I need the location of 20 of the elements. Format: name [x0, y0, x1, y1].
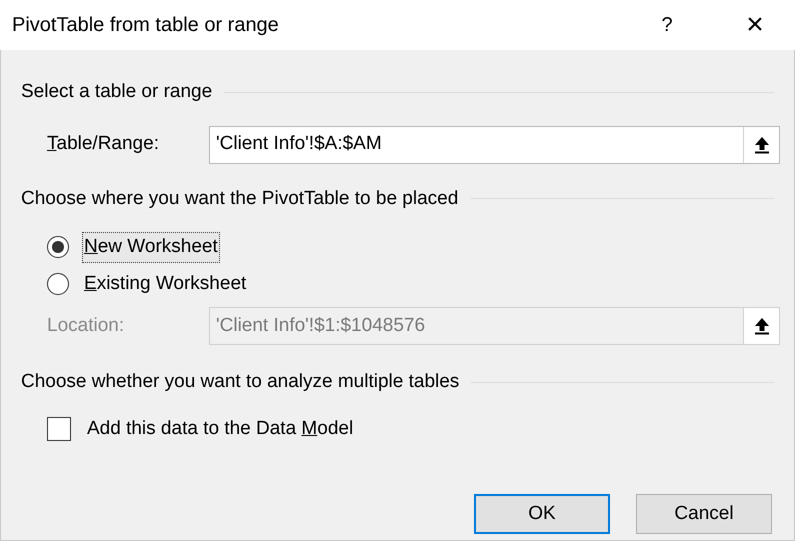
range-value: 'Client Info'!$A:$AM — [215, 132, 383, 156]
dialog-button[interactable]: OK — [474, 494, 610, 534]
dialog-button[interactable]: Cancel — [636, 494, 772, 534]
radio-option[interactable]: Existing Worksheet — [47, 270, 248, 298]
section-heading: Select a table or range — [21, 80, 212, 104]
upload-arrow-icon — [754, 317, 770, 335]
field-label: Table/Range: — [47, 132, 160, 156]
section-heading: Choose whether you want to analyze multiple tables — [21, 370, 460, 394]
window-title: PivotTable from table or range — [12, 13, 280, 38]
help-button[interactable]: ? — [647, 10, 687, 40]
close-button[interactable]: × — [735, 10, 775, 40]
radio-label: New Worksheet — [83, 233, 219, 262]
checkbox-option[interactable]: Add this data to the Data Model — [1, 414, 354, 443]
upload-arrow-icon — [754, 136, 770, 154]
range-value: 'Client Info'!$1:$1048576 — [215, 314, 426, 338]
range-field[interactable]: 'Client Info'!$A:$AM — [209, 126, 780, 164]
radio-label: Existing Worksheet — [83, 272, 248, 296]
radio-option[interactable]: New Worksheet — [47, 233, 219, 262]
section-heading: Choose where you want the PivotTable to be placed — [21, 186, 458, 210]
field-label: Location: — [47, 314, 126, 338]
